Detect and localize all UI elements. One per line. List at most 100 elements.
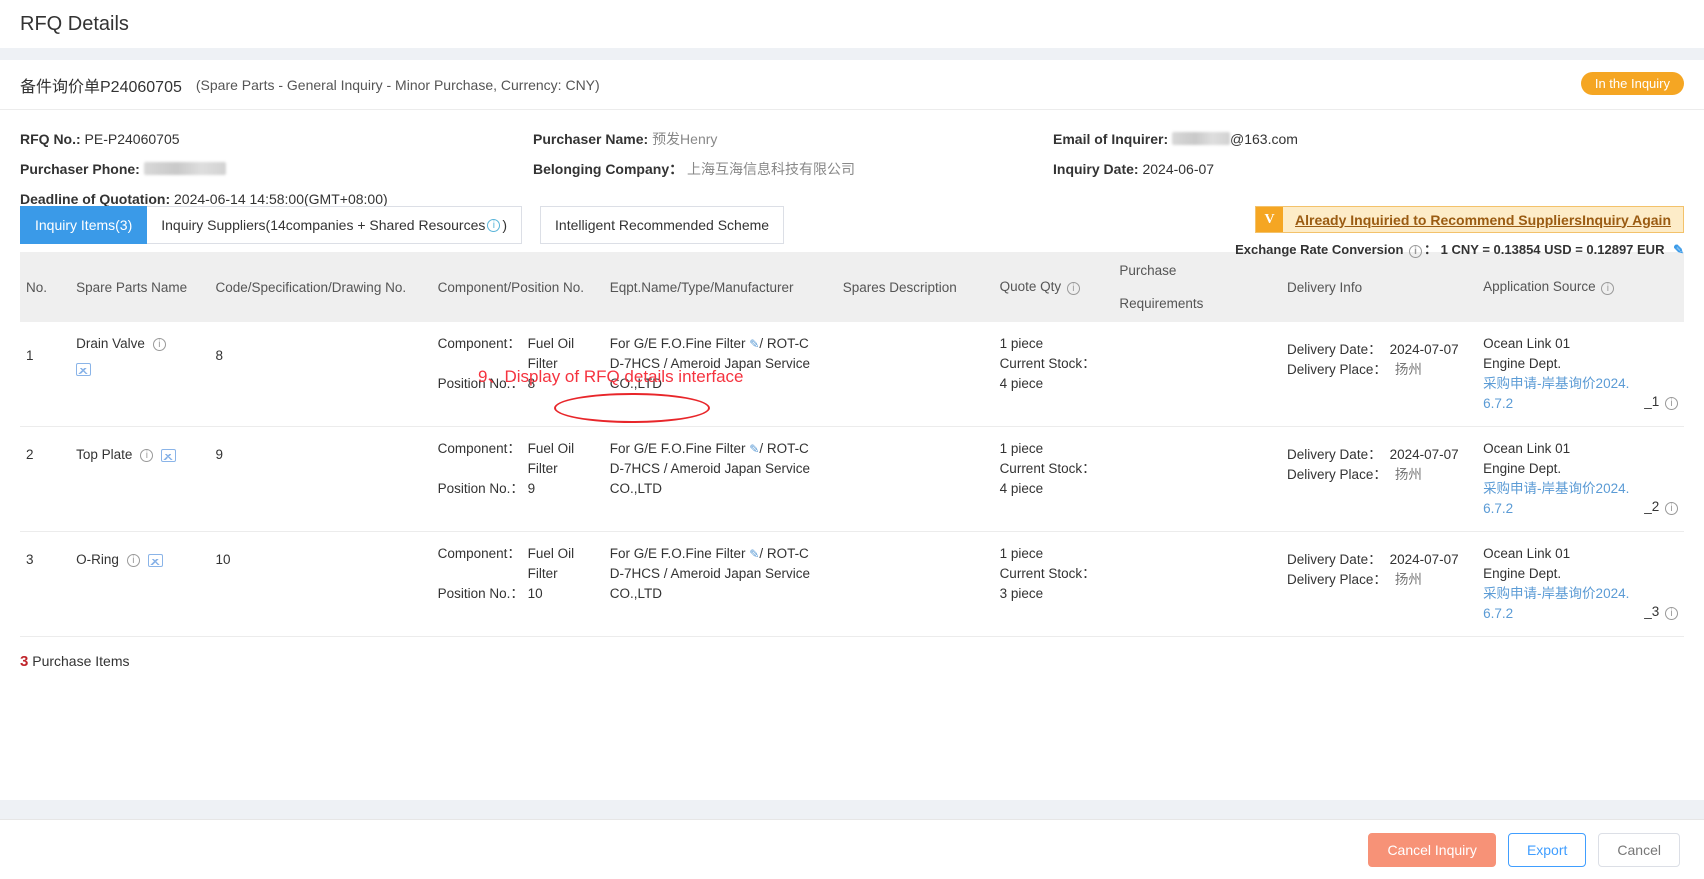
- spare-part-name: O-Ring: [76, 552, 119, 567]
- meta-purchaser-name-label: Purchaser Name:: [533, 131, 649, 147]
- application-source-index: _1: [1644, 394, 1660, 409]
- th-spare-parts-name: Spare Parts Name: [70, 252, 210, 322]
- delivery-date-value: 2024-07-07: [1389, 342, 1459, 357]
- delivery-date-label: Delivery Date：: [1287, 447, 1382, 462]
- table-row[interactable]: 1 Drain Valve i 8 Component： Fuel Oil Fil…: [20, 322, 1684, 427]
- eqpt-line1-tail: / ROT-C: [759, 546, 809, 561]
- spare-part-name: Top Plate: [76, 447, 133, 462]
- table-body: 1 Drain Valve i 8 Component： Fuel Oil Fil…: [20, 322, 1684, 637]
- info-icon[interactable]: i: [1665, 502, 1678, 515]
- info-icon[interactable]: i: [1409, 245, 1423, 258]
- annotation-text: 9、Display of RFQ details interface: [478, 367, 744, 386]
- info-icon[interactable]: i: [1665, 397, 1678, 410]
- cell-delivery-info: Delivery Date： 2024-07-07 Delivery Place：…: [1281, 322, 1478, 427]
- cell-spare-parts-name: Drain Valve i: [70, 322, 210, 427]
- th-purchase-requirements-line2: Requirements: [1119, 296, 1204, 311]
- tab-inquiry-suppliers[interactable]: Inquiry Suppliers(14companies + Shared R…: [147, 206, 523, 244]
- info-icon[interactable]: i: [1066, 282, 1080, 295]
- th-quote-qty: Quote Qty i: [993, 252, 1114, 322]
- cell-description: [836, 531, 994, 637]
- th-purchase-requirements: Purchase Requirements: [1113, 252, 1282, 322]
- th-no: No.: [20, 252, 71, 322]
- rfq-meta: RFQ No.: PE-P24060705 Purchaser Phone: D…: [0, 110, 1704, 207]
- edit-icon[interactable]: ✎: [1673, 242, 1684, 257]
- cancel-button[interactable]: Cancel: [1598, 832, 1680, 867]
- info-icon[interactable]: i: [140, 448, 154, 462]
- notice-badge-icon: V: [1256, 207, 1284, 232]
- exchange-rate-separator: ：: [1424, 242, 1438, 257]
- page-titlebar: RFQ Details: [0, 0, 1704, 48]
- application-department: Engine Dept.: [1483, 461, 1562, 476]
- exchange-rate-value: 1 CNY = 0.13854 USD = 0.12897 EUR: [1440, 242, 1665, 257]
- application-source-link[interactable]: 采购申请-岸基询价2024. 6.7.2: [1483, 374, 1638, 414]
- delivery-place-label: Delivery Place：: [1287, 467, 1387, 482]
- th-component-position: Component/Position No.: [431, 252, 604, 322]
- eqpt-line1: For G/E F.O.Fine Filter: [609, 441, 746, 456]
- image-icon[interactable]: [161, 448, 177, 462]
- application-source-suffix: _1 i: [1644, 392, 1680, 412]
- delivery-date-value: 2024-07-07: [1389, 552, 1459, 567]
- image-icon[interactable]: [76, 363, 92, 376]
- application-source-link-line2: 6.7.2: [1483, 396, 1514, 411]
- application-source-link-line2: 6.7.2: [1483, 501, 1514, 516]
- component-value: Fuel Oil Filter: [527, 546, 575, 581]
- cell-quote-qty: 1 piece Current Stock： 4 piece: [993, 322, 1114, 427]
- th-application-source: Application Source i: [1477, 252, 1684, 322]
- cell-delivery-info: Delivery Date： 2024-07-07 Delivery Place：…: [1281, 531, 1478, 637]
- pencil-icon[interactable]: ✎: [749, 442, 759, 456]
- tab-inquiry-items-label: Inquiry Items(3): [35, 217, 133, 233]
- eqpt-line3: CO.,LTD: [609, 481, 662, 496]
- cancel-inquiry-button[interactable]: Cancel Inquiry: [1368, 832, 1496, 867]
- current-stock-value: 4 piece: [999, 481, 1044, 496]
- component-value: Fuel Oil Filter: [527, 441, 575, 476]
- eqpt-line1-tail: / ROT-C: [759, 336, 809, 351]
- delivery-place-label: Delivery Place：: [1287, 362, 1387, 377]
- application-source-link[interactable]: 采购申请-岸基询价2024. 6.7.2: [1483, 584, 1638, 624]
- th-eqpt-name-type-manufacturer: Eqpt.Name/Type/Manufacturer: [603, 252, 837, 322]
- info-icon[interactable]: i: [1665, 607, 1678, 620]
- pencil-icon[interactable]: ✎: [749, 337, 759, 351]
- table-row[interactable]: 2 Top Plate i 9 Component： Fuel Oil Filte…: [20, 426, 1684, 532]
- order-subtitle: (Spare Parts - General Inquiry - Minor P…: [195, 76, 600, 93]
- notice-link[interactable]: Already Inquiried to Recommend Suppliers…: [1283, 207, 1683, 232]
- delivery-place-value: 扬州: [1394, 362, 1422, 377]
- inquiry-items-table-wrap: No. Spare Parts Name Code/Specification/…: [0, 252, 1704, 637]
- position-no-value: 10: [527, 586, 543, 601]
- application-source-index: _3: [1644, 604, 1660, 619]
- current-stock-value: 4 piece: [999, 376, 1044, 391]
- info-icon[interactable]: i: [1601, 282, 1615, 295]
- application-vessel: Ocean Link 01: [1483, 336, 1571, 351]
- application-source-link[interactable]: 采购申请-岸基询价2024. 6.7.2: [1483, 479, 1638, 519]
- info-icon[interactable]: i: [152, 337, 166, 351]
- export-button[interactable]: Export: [1507, 832, 1587, 867]
- table-row[interactable]: 3 O-Ring i 10 Component： Fuel Oil Filter …: [20, 531, 1684, 637]
- application-source-link-line1: 采购申请-岸基询价2024.: [1483, 376, 1630, 391]
- application-source-suffix: _2 i: [1644, 497, 1680, 517]
- current-stock-value: 3 piece: [999, 586, 1044, 601]
- current-stock-label: Current Stock：: [999, 356, 1096, 371]
- cell-purchase-requirements: [1113, 322, 1282, 427]
- delivery-date-label: Delivery Date：: [1287, 342, 1382, 357]
- exchange-rate-line: Exchange Rate Conversion i： 1 CNY = 0.13…: [1235, 239, 1684, 258]
- quote-qty-value: 1 piece: [999, 441, 1044, 456]
- purchase-items-summary: 3 Purchase Items: [0, 637, 1704, 670]
- meta-purchaser-phone-label: Purchaser Phone:: [20, 161, 140, 177]
- meta-belonging-company-label: Belonging Company：: [533, 161, 684, 177]
- cell-purchase-requirements: [1113, 531, 1282, 637]
- recommend-suppliers-notice[interactable]: V Already Inquiried to Recommend Supplie…: [1255, 206, 1684, 233]
- cell-quote-qty: 1 piece Current Stock： 4 piece: [993, 426, 1114, 532]
- cell-no: 3: [20, 531, 71, 637]
- cell-delivery-info: Delivery Date： 2024-07-07 Delivery Place：…: [1281, 426, 1478, 532]
- pencil-icon[interactable]: ✎: [749, 547, 759, 561]
- application-vessel: Ocean Link 01: [1483, 546, 1571, 561]
- cell-purchase-requirements: [1113, 426, 1282, 532]
- eqpt-line2: D-7HCS / Ameroid Japan Service: [609, 566, 811, 581]
- info-icon[interactable]: i: [487, 218, 501, 232]
- cell-spare-parts-name: Top Plate i: [70, 426, 210, 532]
- tab-inquiry-items[interactable]: Inquiry Items(3): [20, 206, 148, 244]
- tab-intelligent-recommended-scheme[interactable]: Intelligent Recommended Scheme: [540, 206, 785, 244]
- status-badge: In the Inquiry: [1580, 72, 1684, 95]
- info-icon[interactable]: i: [126, 553, 140, 567]
- image-icon[interactable]: [147, 553, 163, 567]
- th-delivery-info: Delivery Info: [1281, 252, 1478, 322]
